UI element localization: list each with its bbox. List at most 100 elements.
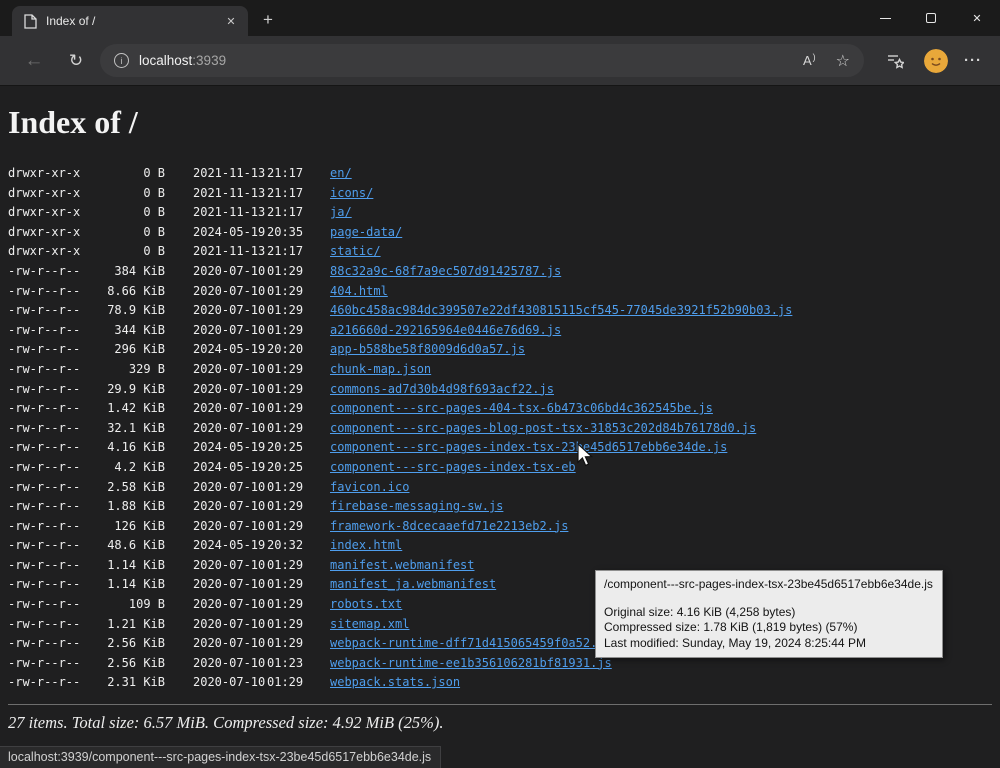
file-link[interactable]: robots.txt <box>330 595 402 615</box>
file-link[interactable]: app-b588be58f8009d6d0a57.js <box>330 340 525 360</box>
file-link[interactable]: firebase-messaging-sw.js <box>330 497 503 517</box>
file-permissions: -rw-r--r-- <box>8 518 81 533</box>
file-permissions: -rw-r--r-- <box>8 303 81 318</box>
file-link[interactable]: component---src-pages-index-tsx-eb <box>330 458 576 478</box>
listing-row: drwxr-xr-x 0 B 2021-11-13 21:17 icons/ <box>0 184 1000 204</box>
file-size: 2.56 KiB <box>107 636 165 651</box>
url-text[interactable]: localhost:3939 <box>139 53 226 68</box>
file-time: 01:23 <box>267 655 304 670</box>
file-size: 109 B <box>128 597 165 612</box>
file-link[interactable]: component---src-pages-blog-post-tsx-3185… <box>330 419 756 439</box>
maximize-button[interactable] <box>908 0 954 36</box>
add-favorite-star-icon[interactable]: ☆ <box>836 51 850 71</box>
file-size: 126 KiB <box>114 518 165 533</box>
new-tab-button[interactable]: + <box>254 6 282 34</box>
file-link[interactable]: 88c32a9c-68f7a9ec507d91425787.js <box>330 262 561 282</box>
column-gap <box>165 458 193 478</box>
file-size: 2.31 KiB <box>107 675 165 690</box>
listing-row: -rw-r--r-- 126 KiB 2020-07-10 01:29 fram… <box>0 517 1000 537</box>
column-gap <box>165 438 193 458</box>
refresh-button-icon[interactable]: ↻ <box>62 51 90 71</box>
file-permissions: -rw-r--r-- <box>8 538 81 553</box>
listing-row: -rw-r--r-- 8.66 KiB 2020-07-10 01:29 404… <box>0 282 1000 302</box>
minimize-button[interactable] <box>862 0 908 36</box>
listing-row: -rw-r--r-- 296 KiB 2024-05-19 20:20 app-… <box>0 340 1000 360</box>
file-size: 1.14 KiB <box>107 557 165 572</box>
file-size: 0 B <box>143 244 165 259</box>
file-time: 01:29 <box>267 479 304 494</box>
file-permissions: -rw-r--r-- <box>8 675 81 690</box>
listing-row: -rw-r--r-- 32.1 KiB 2020-07-10 01:29 com… <box>0 419 1000 439</box>
file-link[interactable]: favicon.ico <box>330 478 409 498</box>
file-link[interactable]: chunk-map.json <box>330 360 431 380</box>
profile-avatar[interactable] <box>924 48 948 73</box>
file-link[interactable]: ja/ <box>330 203 352 223</box>
file-size: 0 B <box>143 205 165 220</box>
settings-menu-icon[interactable]: ··· <box>964 52 982 69</box>
file-permissions: -rw-r--r-- <box>8 499 81 514</box>
column-gap <box>165 615 193 635</box>
listing-row: -rw-r--r-- 329 B 2020-07-10 01:29 chunk-… <box>0 360 1000 380</box>
file-link[interactable]: 404.html <box>330 282 388 302</box>
file-permissions: -rw-r--r-- <box>8 283 81 298</box>
listing-row: drwxr-xr-x 0 B 2021-11-13 21:17 ja/ <box>0 203 1000 223</box>
file-link[interactable]: component---src-pages-404-tsx-6b473c06bd… <box>330 399 713 419</box>
file-time: 20:20 <box>267 342 304 357</box>
file-link[interactable]: en/ <box>330 164 352 184</box>
file-size: 0 B <box>143 166 165 180</box>
file-size: 32.1 KiB <box>107 420 165 435</box>
favorites-hub-icon[interactable] <box>886 52 904 70</box>
file-size: 296 KiB <box>114 342 165 357</box>
tab-close-icon[interactable]: ✕ <box>222 12 240 30</box>
file-link[interactable]: index.html <box>330 536 402 556</box>
file-link[interactable]: manifest.webmanifest <box>330 556 475 576</box>
tooltip-path: /component---src-pages-index-tsx-23be45d… <box>604 577 933 591</box>
file-date: 2020-07-10 <box>193 322 266 337</box>
file-size: 0 B <box>143 185 165 200</box>
file-link[interactable]: framework-8dcecaaefd71e2213eb2.js <box>330 517 568 537</box>
file-date: 2024-05-19 <box>193 538 266 553</box>
file-permissions: -rw-r--r-- <box>8 479 81 494</box>
file-time: 01:29 <box>267 675 304 690</box>
file-link[interactable]: static/ <box>330 242 381 262</box>
file-time: 01:29 <box>267 361 304 376</box>
file-link[interactable]: 460bc458ac984dc399507e22df430815115cf545… <box>330 301 792 321</box>
column-gap <box>165 497 193 517</box>
read-aloud-icon[interactable]: A) <box>803 52 816 68</box>
file-link[interactable]: commons-ad7d30b4d98f693acf22.js <box>330 380 554 400</box>
back-button-icon[interactable]: ← <box>20 50 48 72</box>
column-gap <box>165 360 193 380</box>
file-date: 2020-07-10 <box>193 283 266 298</box>
window-close-icon: ✕ <box>972 12 982 25</box>
site-info-icon[interactable]: i <box>114 53 129 68</box>
browser-tab[interactable]: Index of / ✕ <box>12 6 248 36</box>
file-link[interactable]: webpack.stats.json <box>330 673 460 693</box>
window-close-button[interactable]: ✕ <box>954 0 1000 36</box>
column-gap <box>165 184 193 204</box>
file-date: 2020-07-10 <box>193 361 266 376</box>
file-link[interactable]: sitemap.xml <box>330 615 409 635</box>
file-permissions: -rw-r--r-- <box>8 597 81 612</box>
file-link[interactable]: page-data/ <box>330 223 402 243</box>
address-bar[interactable]: i localhost:3939 A) ☆ <box>100 44 864 77</box>
file-link[interactable]: component---src-pages-index-tsx-23be45d6… <box>330 438 727 458</box>
file-info-tooltip: /component---src-pages-index-tsx-23be45d… <box>595 570 943 658</box>
file-link[interactable]: webpack-runtime-dff71d415065459f0a52.js <box>330 634 612 654</box>
file-link[interactable]: icons/ <box>330 184 373 204</box>
file-date: 2024-05-19 <box>193 440 266 455</box>
listing-row: -rw-r--r-- 4.16 KiB 2024-05-19 20:25 com… <box>0 438 1000 458</box>
column-gap <box>165 575 193 595</box>
file-time: 01:29 <box>267 518 304 533</box>
column-gap <box>165 242 193 262</box>
file-size: 0 B <box>143 224 165 239</box>
column-gap <box>165 203 193 223</box>
page-content: Index of / drwxr-xr-x 0 B 2021-11-13 21:… <box>0 104 1000 768</box>
file-date: 2021-11-13 <box>193 205 266 220</box>
file-link[interactable]: a216660d-292165964e0446e76d69.js <box>330 321 561 341</box>
column-gap <box>165 673 193 693</box>
file-time: 01:29 <box>267 381 304 396</box>
column-gap <box>165 380 193 400</box>
file-link[interactable]: manifest_ja.webmanifest <box>330 575 496 595</box>
file-link[interactable]: webpack-runtime-ee1b356106281bf81931.js <box>330 654 612 674</box>
file-date: 2024-05-19 <box>193 342 266 357</box>
